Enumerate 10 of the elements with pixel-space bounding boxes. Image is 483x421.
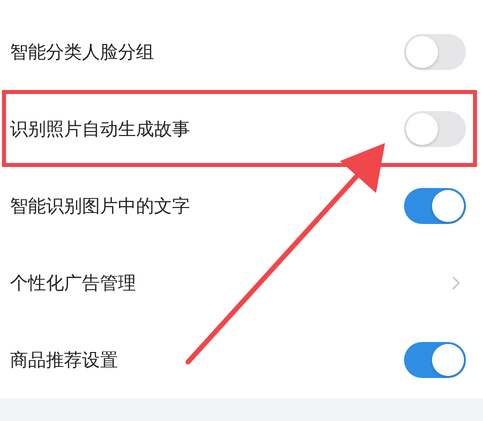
- toggle-switch[interactable]: [404, 34, 466, 70]
- chevron-icon[interactable]: [452, 276, 460, 290]
- setting-label: 智能识别图片中的文字: [10, 194, 190, 218]
- toggle-switch[interactable]: [404, 342, 466, 378]
- toggle-switch[interactable]: [404, 110, 466, 146]
- setting-label: 个性化广告管理: [10, 272, 136, 294]
- setting-label: 智能分类人脸分组: [10, 40, 154, 64]
- setting-label: 商品推荐设置: [10, 348, 118, 372]
- setting-label: 识别照片自动生成故事: [10, 118, 190, 140]
- toggle-switch[interactable]: [404, 188, 466, 224]
